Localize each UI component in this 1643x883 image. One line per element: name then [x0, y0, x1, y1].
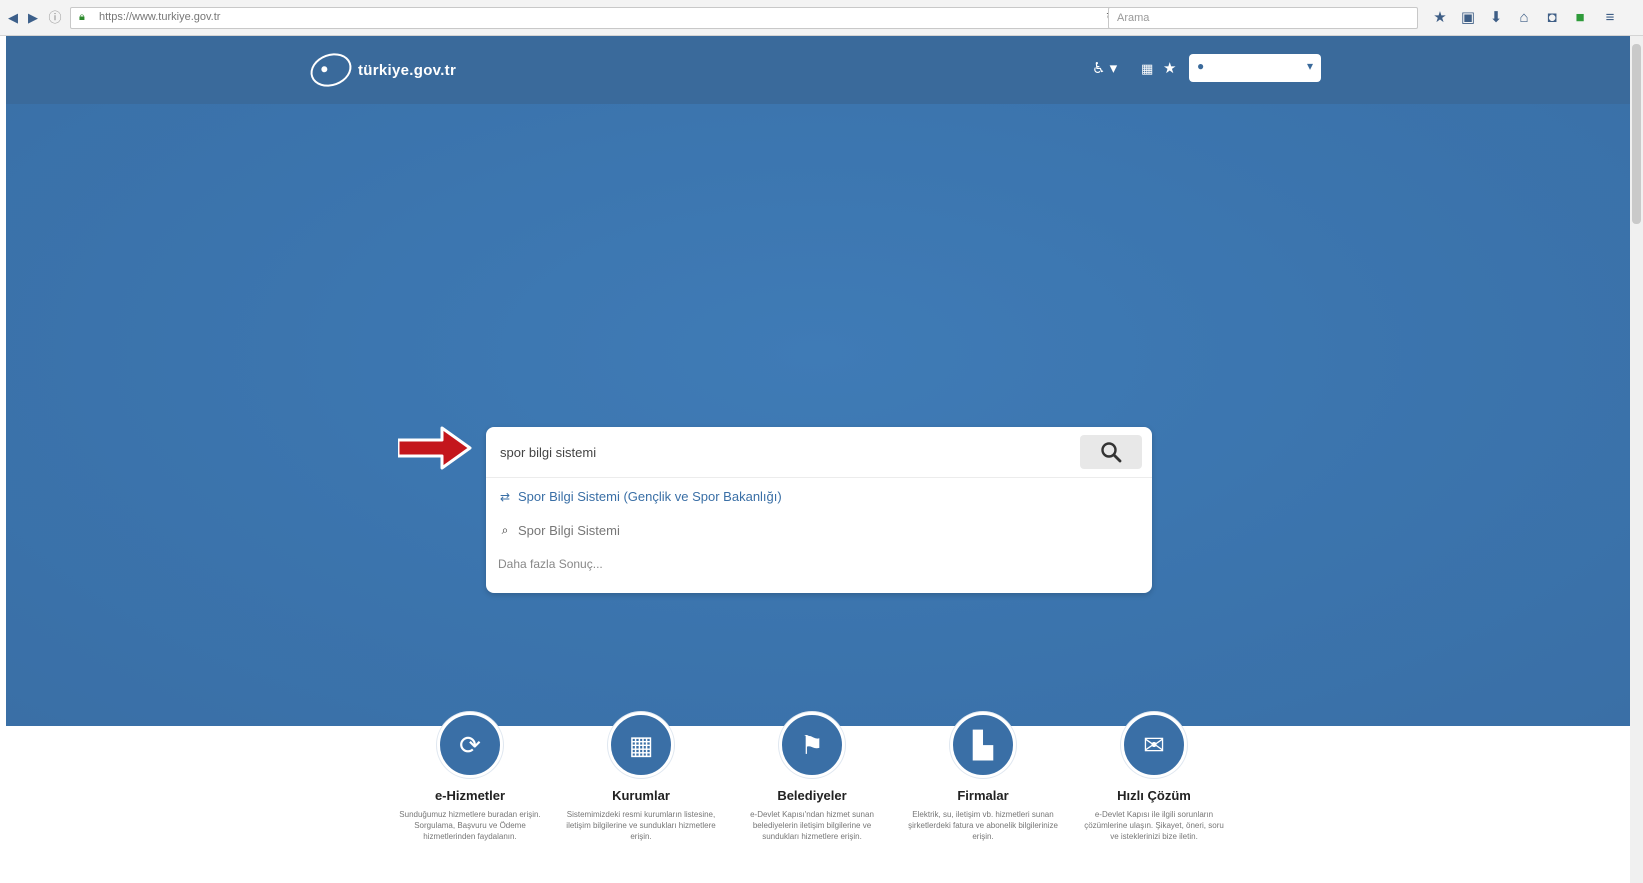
search-input[interactable] [498, 437, 1062, 467]
category-e-hizmetler[interactable]: ⟳ e-Hizmetler Sunduğumuz hizmetlere bura… [395, 712, 545, 842]
search-icon: ⌕ [501, 523, 509, 537]
search-icon [1101, 442, 1122, 463]
category-firmalar[interactable]: ▙ Firmalar Elektrik, su, iletişim vb. hi… [908, 712, 1058, 842]
category-title: Kurumlar [612, 788, 670, 803]
category-description: Elektrik, su, iletişim vb. hizmetleri su… [908, 810, 1058, 841]
suggestion-item[interactable]: ⌕ Spor Bilgi Sistemi [498, 523, 620, 538]
scrollbar-thumb[interactable] [1632, 44, 1641, 224]
bookmark-star-icon[interactable]: ★ [1430, 8, 1450, 28]
factory-icon: ▙ [950, 712, 1016, 778]
suggestion-label: Spor Bilgi Sistemi (Gençlik ve Spor Baka… [518, 489, 782, 504]
more-results-link[interactable]: Daha fazla Sonuç... [498, 557, 603, 571]
page-scrollbar[interactable] [1630, 36, 1643, 883]
hero-section: ⇄ Spor Bilgi Sistemi (Gençlik ve Spor Ba… [6, 104, 1630, 726]
menu-icon[interactable]: ≡ [1600, 8, 1620, 28]
red-arrow-icon [398, 426, 472, 470]
library-icon[interactable]: ▣ [1458, 8, 1478, 28]
accessibility-icon[interactable]: ♿︎ ▾ [1092, 60, 1117, 78]
forward-icon[interactable]: ▶ [24, 9, 42, 27]
refresh-icon: ⟳ [437, 712, 503, 778]
browser-search-box[interactable]: Arama [1108, 7, 1418, 29]
chevron-down-icon: ▾ [1306, 59, 1313, 73]
signpost-icon: ⚑ [779, 712, 845, 778]
favorites-star-icon[interactable]: ★ [1163, 60, 1176, 78]
url-text: https://www.turkiye.gov.tr [99, 11, 221, 23]
service-icon: ⇄ [499, 489, 511, 504]
extension-icon[interactable]: ■ [1570, 8, 1590, 28]
user-icon: ● [1197, 59, 1205, 73]
category-title: Belediyeler [777, 788, 847, 803]
pocket-icon[interactable]: ◘ [1542, 8, 1562, 28]
category-title: e-Hizmetler [434, 788, 506, 803]
building-icon: ▦ [608, 712, 674, 778]
category-title: Firmalar [957, 788, 1009, 803]
back-icon[interactable]: ◀ [4, 9, 22, 27]
category-description: Sistemimizdeki resmi kurumların listesin… [566, 810, 716, 841]
suggestion-item[interactable]: ⇄ Spor Bilgi Sistemi (Gençlik ve Spor Ba… [498, 489, 782, 504]
search-button[interactable] [1080, 435, 1142, 469]
browser-search-placeholder: Arama [1117, 12, 1150, 24]
browser-toolbar: ◀ ▶ ⓘ 🔒︎ https://www.turkiye.gov.tr ↻ Ar… [0, 0, 1643, 36]
category-kurumlar[interactable]: ▦ Kurumlar Sistemimizdeki resmi kurumlar… [566, 712, 716, 842]
category-description: e-Devlet Kapısı ile ilgili sorunların çö… [1084, 810, 1224, 841]
address-bar[interactable]: 🔒︎ https://www.turkiye.gov.tr ↻ [70, 7, 1125, 29]
category-description: Sunduğumuz hizmetlere buradan erişin. So… [399, 810, 541, 841]
category-description: e-Devlet Kapısı'ndan hizmet sunan beledi… [750, 810, 874, 841]
site-logo[interactable]: türkiye.gov.tr [305, 47, 457, 93]
categories-section: ⟳ e-Hizmetler Sunduğumuz hizmetlere bura… [0, 712, 1643, 883]
suggestion-label: Spor Bilgi Sistemi [518, 523, 620, 538]
info-icon[interactable]: ⓘ [46, 9, 64, 27]
home-icon[interactable]: ⌂ [1514, 8, 1534, 28]
category-title: Hızlı Çözüm [1117, 788, 1191, 803]
divider [486, 477, 1152, 478]
lock-icon: 🔒︎ [79, 11, 85, 23]
logo-text: türkiye.gov.tr [358, 61, 457, 79]
search-panel: ⇄ Spor Bilgi Sistemi (Gençlik ve Spor Ba… [486, 427, 1152, 593]
site-header: türkiye.gov.tr ♿︎ ▾ ▦ ★ ● ▾ [6, 36, 1630, 104]
logo-mark-icon [305, 47, 357, 93]
category-belediyeler[interactable]: ⚑ Belediyeler e-Devlet Kapısı'ndan hizme… [737, 712, 887, 842]
user-login-select[interactable]: ● ▾ [1189, 54, 1321, 82]
category-hizli-cozum[interactable]: ✉ Hızlı Çözüm e-Devlet Kapısı ile ilgili… [1079, 712, 1229, 842]
keyboard-icon[interactable]: ▦ [1141, 60, 1153, 78]
download-icon[interactable]: ⬇ [1486, 8, 1506, 28]
chat-icon: ✉ [1121, 712, 1187, 778]
